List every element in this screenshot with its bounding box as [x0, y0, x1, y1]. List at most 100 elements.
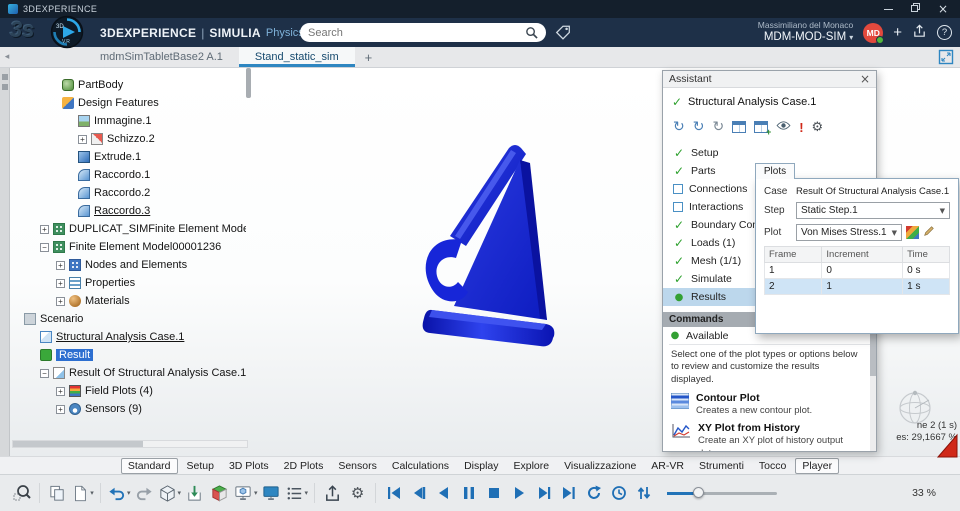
plots-tab[interactable]: Plots	[755, 163, 795, 179]
new-tab-button[interactable]: +	[355, 47, 383, 67]
settings-button[interactable]: ⚙	[346, 481, 369, 505]
tree-item-result-of-case[interactable]: − Result Of Structural Analysis Case.1	[14, 364, 246, 382]
ribbon-tab-display[interactable]: Display	[458, 459, 504, 473]
tree-item-properties[interactable]: + Properties	[14, 274, 246, 292]
strip-icon[interactable]	[2, 74, 8, 80]
loop-button[interactable]	[582, 481, 605, 505]
visibility-icon[interactable]	[776, 120, 791, 134]
tree-expander[interactable]: +	[56, 260, 65, 270]
tree-expander[interactable]: −	[40, 242, 49, 252]
step-back-button[interactable]	[407, 481, 430, 505]
frame-row-1[interactable]: 1 0 0 s	[763, 262, 950, 279]
tree-horizontal-scrollbar[interactable]	[12, 440, 248, 448]
user-block[interactable]: Massimiliano del Monaco MDM-MOD-SIM ▾	[758, 20, 853, 44]
avatar[interactable]: MD	[863, 22, 885, 44]
model-tablet-stand[interactable]	[410, 140, 570, 361]
ribbon-tab-setup[interactable]: Setup	[181, 459, 220, 473]
redo-button[interactable]	[133, 481, 156, 505]
tree-expander[interactable]: +	[40, 224, 49, 234]
search-icon[interactable]	[525, 26, 538, 39]
tree-expander[interactable]: +	[56, 386, 65, 396]
plot-type-icon[interactable]	[906, 226, 919, 239]
refresh-results-icon[interactable]: ↻	[712, 120, 724, 134]
ribbon-tab-sensors[interactable]: Sensors	[332, 459, 383, 473]
step-setup[interactable]: ✓ Setup	[671, 144, 868, 162]
strip-icon[interactable]	[2, 84, 8, 90]
tree-item-schizzo[interactable]: + Schizzo.2	[14, 130, 246, 148]
scrollbar-thumb[interactable]	[13, 441, 143, 447]
step-select[interactable]: Static Step.1 ▼	[796, 202, 950, 219]
side-strip[interactable]	[0, 68, 10, 456]
plot-select[interactable]: Von Mises Stress.1 ▼	[796, 224, 902, 241]
tree-item-immagine[interactable]: Immagine.1	[14, 112, 246, 130]
go-to-start-button[interactable]	[382, 481, 405, 505]
assistant-scrollbar[interactable]	[870, 334, 876, 451]
update-simulation-icon[interactable]: ↻	[673, 120, 685, 134]
ribbon-tab-3d-plots[interactable]: 3D Plots	[223, 459, 275, 473]
new-plot-table-icon[interactable]	[754, 121, 771, 137]
ribbon-tab-2d-plots[interactable]: 2D Plots	[278, 459, 330, 473]
collapse-panel-icon[interactable]: ◂	[0, 47, 14, 67]
ribbon-tab-visualizzazione[interactable]: Visualizzazione	[558, 459, 642, 473]
restore-button[interactable]	[910, 3, 920, 15]
update-all-icon[interactable]: ↻	[693, 120, 705, 134]
play-backward-button[interactable]	[432, 481, 455, 505]
checkbox-icon[interactable]	[673, 184, 683, 194]
view-mode-button[interactable]: ▾	[158, 481, 181, 505]
go-to-end-button[interactable]	[557, 481, 580, 505]
tree-item-sensors[interactable]: + Sensors (9)	[14, 400, 246, 418]
tree-expander[interactable]: −	[40, 368, 49, 378]
tag-button[interactable]	[554, 24, 572, 44]
tree-item-result[interactable]: Result	[14, 346, 246, 364]
assistant-header[interactable]: Assistant ×	[663, 71, 876, 88]
ribbon-tab-player[interactable]: Player	[795, 457, 840, 474]
step-forward-button[interactable]	[532, 481, 555, 505]
list-menu-button[interactable]: ▾	[285, 481, 308, 505]
undo-button[interactable]: ▾	[107, 481, 131, 505]
tree-item-scenario[interactable]: Scenario	[14, 310, 246, 328]
tree-item-extrude[interactable]: Extrude.1	[14, 148, 246, 166]
ribbon-tab-calculations[interactable]: Calculations	[386, 459, 455, 473]
ribbon-tab-ar-vr[interactable]: AR-VR	[645, 459, 690, 473]
tree-item-partbody[interactable]: PartBody	[14, 76, 246, 94]
slider-handle[interactable]	[693, 487, 705, 498]
apply-material-button[interactable]	[208, 481, 231, 505]
ribbon-tab-strumenti[interactable]: Strumenti	[693, 459, 750, 473]
tab-mdmsimtabletbase2[interactable]: mdmSimTabletBase2 A.1	[84, 47, 239, 67]
tree-expander[interactable]: +	[56, 296, 65, 306]
close-icon[interactable]: ×	[860, 73, 870, 85]
tree-expander[interactable]: +	[56, 404, 65, 414]
add-content-button[interactable]: +	[893, 25, 902, 40]
stop-button[interactable]	[482, 481, 505, 505]
share-button[interactable]	[912, 24, 927, 42]
tree-item-duplicat-fem[interactable]: + DUPLICAT_SIMFinite Element Model00	[14, 220, 246, 238]
export-button[interactable]	[183, 481, 206, 505]
compass-logo[interactable]: 3D V.R	[50, 15, 84, 49]
expand-viewport-button[interactable]	[938, 49, 954, 68]
tree-item-nodes-elements[interactable]: + Nodes and Elements	[14, 256, 246, 274]
simulation-settings-icon[interactable]: ⚙	[812, 120, 824, 135]
global-search[interactable]	[300, 23, 546, 42]
frame-row-2[interactable]: 2 1 1 s	[763, 278, 950, 295]
help-button[interactable]: ?	[937, 25, 952, 40]
timeline-slider[interactable]	[667, 485, 778, 501]
play-button[interactable]	[507, 481, 530, 505]
scrollbar-thumb[interactable]	[870, 334, 876, 376]
tab-stand-static-sim[interactable]: Stand_static_sim	[238, 47, 355, 67]
close-button[interactable]: ×	[938, 3, 948, 15]
minimize-button[interactable]	[883, 8, 893, 10]
tree-item-field-plots[interactable]: + Field Plots (4)	[14, 382, 246, 400]
ribbon-tab-standard[interactable]: Standard	[120, 457, 178, 474]
tree-item-structural-analysis-case[interactable]: Structural Analysis Case.1	[14, 328, 246, 346]
pause-button[interactable]	[457, 481, 480, 505]
speed-button[interactable]	[607, 481, 630, 505]
tree-expander[interactable]: +	[78, 134, 87, 144]
edit-plot-button[interactable]	[923, 225, 935, 240]
share-content-button[interactable]	[321, 481, 344, 505]
tree-vertical-scrollbar[interactable]	[246, 68, 251, 98]
paste-button[interactable]: ▾	[71, 481, 94, 505]
zoom-area-button[interactable]	[10, 481, 33, 505]
tree-item-fem-model[interactable]: − Finite Element Model00001236	[14, 238, 246, 256]
tree-item-materials[interactable]: + Materials	[14, 292, 246, 310]
command-contour-plot[interactable]: Contour Plot Creates a new contour plot.	[670, 392, 868, 416]
